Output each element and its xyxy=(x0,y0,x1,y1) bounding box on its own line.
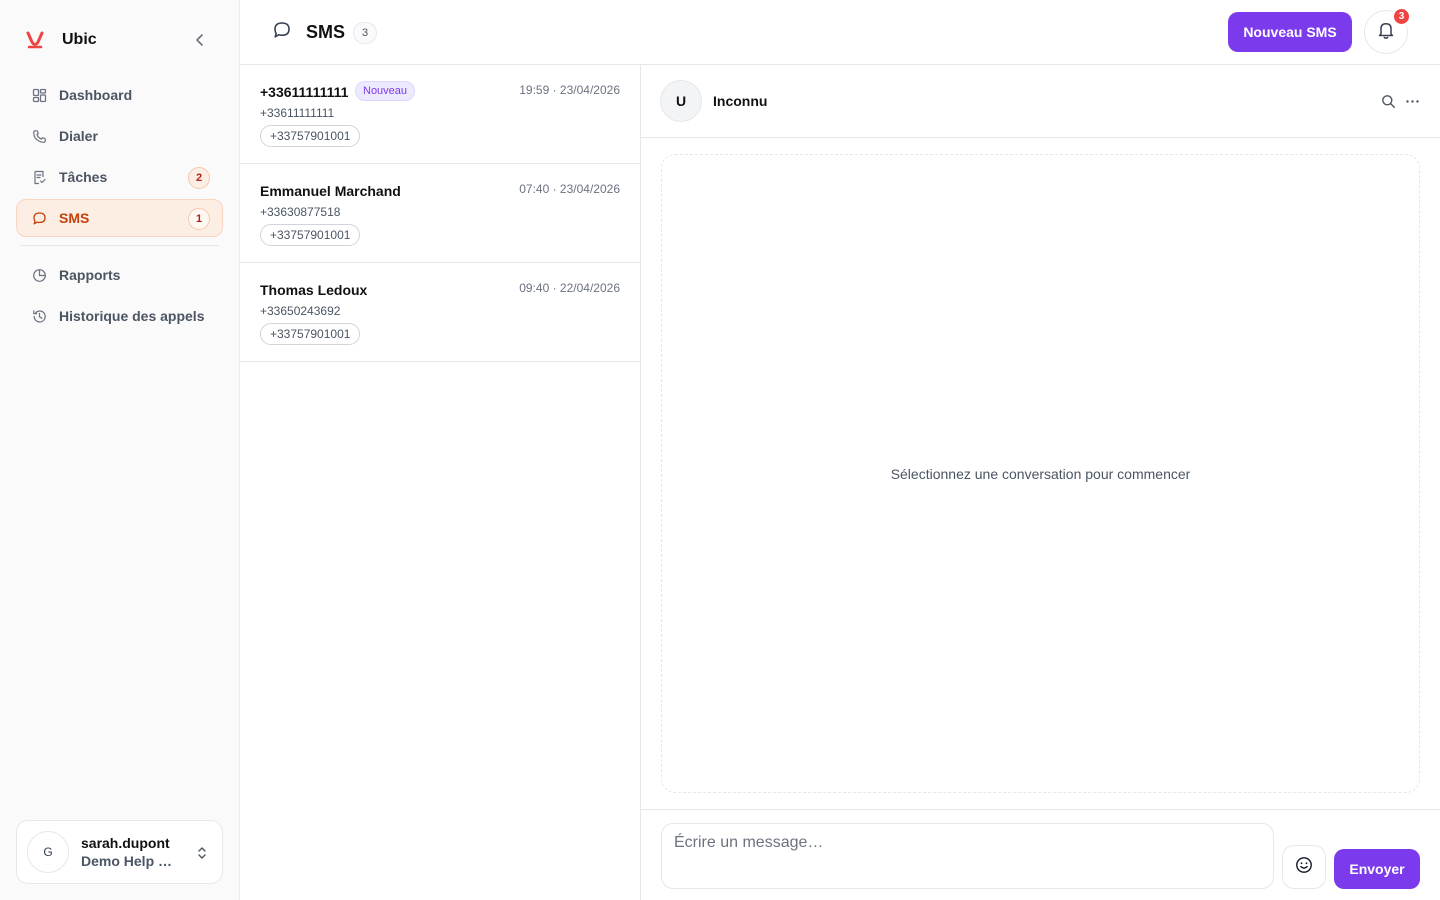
sidebar-divider xyxy=(20,245,219,246)
line-number-tag: +33757901001 xyxy=(260,125,361,147)
conversation-item[interactable]: Thomas Ledoux 09:40 · 22/04/2026 +336502… xyxy=(240,263,640,362)
conversation-phone: +33611111111 xyxy=(260,106,335,120)
sidebar-item-historique[interactable]: Historique des appels xyxy=(16,297,223,335)
thread-header: U Inconnu xyxy=(641,65,1440,138)
message-icon xyxy=(272,20,292,45)
sidebar-item-label: Rapports xyxy=(59,267,121,283)
conversation-list: +33611111111 Nouveau 19:59 · 23/04/2026 … xyxy=(240,65,641,900)
conversation-name: +33611111111 xyxy=(260,84,349,100)
tasks-count-badge: 2 xyxy=(188,167,210,189)
search-icon[interactable] xyxy=(1379,92,1397,110)
line-number-tag: +33757901001 xyxy=(260,224,361,246)
history-icon xyxy=(31,308,47,324)
sidebar-item-dashboard[interactable]: Dashboard xyxy=(16,76,223,114)
sidebar-item-label: Tâches xyxy=(59,169,108,185)
chevron-up-down-icon xyxy=(194,843,210,863)
sms-count-badge: 1 xyxy=(188,208,210,230)
page-title-group: SMS 3 xyxy=(272,20,378,45)
sidebar-item-label: SMS xyxy=(59,210,90,226)
tasks-icon xyxy=(31,169,47,185)
sidebar-item-label: Dialer xyxy=(59,128,98,144)
send-button[interactable]: Envoyer xyxy=(1334,849,1420,889)
message-composer: Envoyer xyxy=(641,809,1440,900)
conversation-time: 09:40 · 22/04/2026 xyxy=(519,281,620,295)
new-badge: Nouveau xyxy=(355,81,416,101)
conversation-item[interactable]: +33611111111 Nouveau 19:59 · 23/04/2026 … xyxy=(240,65,640,164)
user-info: sarah.dupont Demo Help Center xyxy=(81,835,181,869)
emoji-button[interactable] xyxy=(1282,845,1326,889)
sidebar-item-label: Dashboard xyxy=(59,87,133,103)
sidebar-item-dialer[interactable]: Dialer xyxy=(16,117,223,155)
sidebar-nav: Dashboard Dialer Tâches 2 SMS 1 Rapports… xyxy=(16,76,223,338)
pie-chart-icon xyxy=(31,267,47,283)
conversation-phone: +33650243692 xyxy=(260,304,341,318)
conversation-time: 19:59 · 23/04/2026 xyxy=(519,83,620,97)
top-header: SMS 3 Nouveau SMS 3 xyxy=(240,0,1440,65)
sidebar: Ubic Dashboard Dialer Tâches 2 SMS 1 Rap… xyxy=(0,0,240,900)
avatar: U xyxy=(660,80,702,122)
sidebar-item-taches[interactable]: Tâches 2 xyxy=(16,158,223,196)
conversation-time: 07:40 · 23/04/2026 xyxy=(519,182,620,196)
conversation-item[interactable]: Emmanuel Marchand 07:40 · 23/04/2026 +33… xyxy=(240,164,640,263)
new-sms-button[interactable]: Nouveau SMS xyxy=(1228,12,1352,52)
smiley-icon xyxy=(1295,856,1313,879)
sidebar-item-rapports[interactable]: Rapports xyxy=(16,256,223,294)
contact-name: Inconnu xyxy=(713,93,768,109)
bell-icon xyxy=(1376,20,1396,45)
chevron-left-icon xyxy=(196,34,203,46)
conversation-name: Emmanuel Marchand xyxy=(260,183,401,199)
conversation-count-badge: 3 xyxy=(353,21,378,44)
message-area: Sélectionnez une conversation pour comme… xyxy=(661,154,1420,793)
empty-state-text: Sélectionnez une conversation pour comme… xyxy=(890,465,1191,482)
conversation-name: Thomas Ledoux xyxy=(260,282,368,298)
message-icon xyxy=(31,210,47,226)
dashboard-icon xyxy=(31,87,47,103)
conversation-phone: +33630877518 xyxy=(260,205,341,219)
user-org: Demo Help Center xyxy=(81,853,181,869)
brand[interactable]: Ubic xyxy=(24,28,97,52)
sidebar-item-label: Historique des appels xyxy=(59,308,205,324)
notification-count-badge: 3 xyxy=(1392,7,1411,26)
sidebar-item-sms[interactable]: SMS 1 xyxy=(16,199,223,237)
more-options-icon[interactable] xyxy=(1403,92,1421,110)
app-name: Ubic xyxy=(62,31,97,48)
avatar: G xyxy=(27,831,69,873)
logo-icon xyxy=(24,29,46,51)
collapse-sidebar-button[interactable] xyxy=(188,28,212,52)
user-name: sarah.dupont xyxy=(81,835,170,851)
line-number-tag: +33757901001 xyxy=(260,323,361,345)
user-menu[interactable]: G sarah.dupont Demo Help Center xyxy=(16,820,223,884)
message-input[interactable] xyxy=(661,823,1274,889)
page-title: SMS xyxy=(306,22,346,42)
phone-icon xyxy=(31,128,47,144)
